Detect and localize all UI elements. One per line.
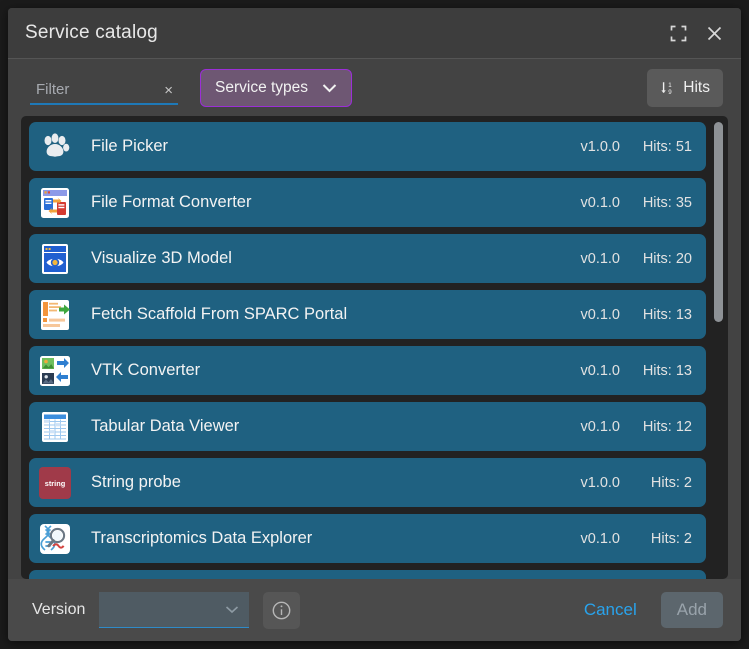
service-hits: Hits: 13 — [642, 306, 692, 323]
service-hits: Hits: 2 — [650, 530, 692, 547]
service-name: Transcriptomics Data Explorer — [91, 529, 313, 547]
service-name: VTK Converter — [91, 361, 201, 379]
service-version: v0.1.0 — [580, 362, 621, 379]
service-types-dropdown[interactable]: Service types — [200, 68, 353, 107]
service-name: Visualize 3D Model — [91, 249, 232, 267]
add-button[interactable]: Add — [660, 592, 723, 628]
service-version: v0.1.0 — [580, 530, 621, 547]
svg-text:1: 1 — [669, 82, 673, 89]
list-scrollbar-thumb[interactable] — [714, 122, 723, 322]
chevron-down-icon — [322, 83, 337, 93]
table-row[interactable] — [29, 570, 706, 579]
cancel-button[interactable]: Cancel — [574, 594, 647, 626]
service-hits: Hits: 13 — [642, 362, 692, 379]
service-hits: Hits: 12 — [642, 418, 692, 435]
partial-row-icon — [37, 577, 73, 579]
service-version: v0.1.0 — [580, 306, 621, 323]
service-name: String probe — [91, 473, 181, 491]
service-catalog-dialog: Service catalog × Service types — [8, 8, 741, 641]
paw-print-icon — [37, 129, 73, 165]
fetch-scaffold-icon — [37, 297, 73, 333]
vtk-converter-icon — [37, 353, 73, 389]
version-label: Version — [32, 601, 86, 618]
table-grid-icon — [37, 409, 73, 445]
hits-label: Hits — [683, 78, 710, 96]
table-row[interactable]: Fetch Scaffold From SPARC Portal v0.1.0 Hi… — [29, 290, 706, 339]
sort-ascending-icon: 1 9 — [660, 80, 676, 96]
table-row[interactable]: Tabular Data Viewer v0.1.0 Hits: 12 — [29, 402, 706, 451]
table-row[interactable]: string String probe v1.0.0 Hits: 2 — [29, 458, 706, 507]
service-list-region: File Picker v1.0.0 Hits: 51 File Format Con… — [8, 116, 741, 579]
expand-icon[interactable] — [665, 20, 691, 46]
version-select[interactable] — [99, 592, 250, 628]
page-title: Service catalog — [25, 22, 158, 43]
search-input[interactable] — [30, 80, 154, 103]
svg-text:9: 9 — [669, 89, 673, 96]
service-hits: Hits: 2 — [650, 474, 692, 491]
service-version: v0.1.0 — [580, 418, 621, 435]
service-name: File Format Converter — [91, 193, 252, 211]
service-name: Fetch Scaffold From SPARC Portal — [91, 305, 348, 323]
table-row[interactable]: Visualize 3D Model v0.1.0 Hits: 20 — [29, 234, 706, 283]
info-icon[interactable] — [263, 591, 301, 629]
sort-hits-button[interactable]: 1 9 Hits — [647, 68, 723, 107]
file-format-converter-icon — [37, 185, 73, 221]
chevron-down-icon — [225, 605, 239, 614]
service-types-label: Service types — [215, 78, 309, 96]
dialog-titlebar: Service catalog — [8, 8, 741, 59]
table-row[interactable]: Transcriptomics Data Explorer v0.1.0 Hits:… — [29, 514, 706, 563]
service-name: File Picker — [91, 137, 169, 155]
eye-viewer-icon — [37, 241, 73, 277]
clear-filter-icon[interactable]: × — [161, 81, 176, 100]
service-hits: Hits: 20 — [642, 250, 692, 267]
titlebar-actions — [665, 20, 727, 46]
service-version: v0.1.0 — [580, 194, 621, 211]
filter-toolbar: × Service types 1 9 Hits — [8, 59, 741, 116]
close-icon[interactable] — [701, 20, 727, 46]
table-row[interactable]: File Picker v1.0.0 Hits: 51 — [29, 122, 706, 171]
table-row[interactable]: File Format Converter v0.1.0 Hits: 35 — [29, 178, 706, 227]
service-hits: Hits: 51 — [642, 138, 692, 155]
table-row[interactable]: VTK Converter v0.1.0 Hits: 13 — [29, 346, 706, 395]
service-list-box: File Picker v1.0.0 Hits: 51 File Format Con… — [21, 116, 728, 579]
service-version: v1.0.0 — [580, 474, 621, 491]
service-name: Tabular Data Viewer — [91, 417, 240, 435]
list-scrollbar[interactable] — [714, 122, 723, 573]
service-list[interactable]: File Picker v1.0.0 Hits: 51 File Format Con… — [21, 116, 728, 579]
svg-text:string: string — [45, 478, 66, 487]
service-version: v1.0.0 — [580, 138, 621, 155]
transcriptomics-icon — [37, 521, 73, 557]
service-hits: Hits: 35 — [642, 194, 692, 211]
service-version: v0.1.0 — [580, 250, 621, 267]
string-probe-icon: string — [37, 465, 73, 501]
filter-field[interactable]: × — [30, 71, 178, 105]
dialog-footer: Version Cancel Add — [8, 579, 741, 641]
